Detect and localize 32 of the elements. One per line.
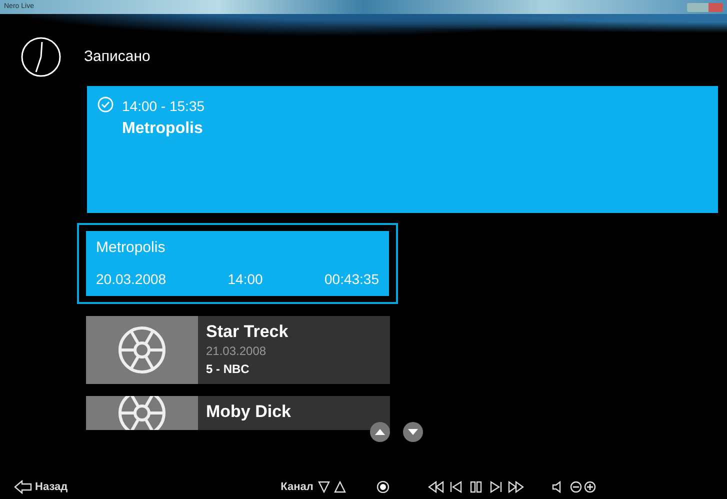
up-arrow-icon [375,429,385,435]
clock-icon [20,36,62,78]
channel-up-icon[interactable] [334,481,346,493]
recording-item[interactable]: Star Treck 21.03.2008 5 - NBC [86,316,390,384]
film-reel-icon [117,325,167,375]
recording-title: Star Treck [206,322,288,342]
channel-down-icon[interactable] [318,481,330,493]
recording-channel: 5 - NBC [206,360,250,378]
recording-title: Moby Dick [206,402,292,422]
recording-date: 20.03.2008 [96,270,166,289]
record-icon[interactable] [376,481,390,493]
back-button[interactable]: Назад [14,478,68,496]
recording-title: Metropolis [96,238,166,258]
down-arrow-icon [408,429,418,435]
recording-date: 21.03.2008 [206,342,268,360]
section-title: Записано [84,46,150,67]
recording-time: 14:00 [228,270,263,289]
scroll-up-button[interactable] [370,422,390,442]
recording-item[interactable]: Moby Dick [86,396,390,430]
channel-label: Канал [280,480,314,495]
recording-title: Metropolis [122,119,204,139]
previous-icon[interactable] [450,481,462,493]
volume-up-icon[interactable] [584,481,596,493]
volume-down-icon[interactable] [570,481,582,493]
rewind-icon[interactable] [428,481,444,493]
pause-icon[interactable] [470,481,482,493]
scroll-down-button[interactable] [403,422,423,442]
recording-time: 14:00 - 15:35 [122,97,205,116]
next-icon[interactable] [490,481,502,493]
recording-duration: 00:43:35 [324,270,379,289]
left-arrow-icon [14,480,32,494]
fast-forward-icon[interactable] [508,481,524,493]
